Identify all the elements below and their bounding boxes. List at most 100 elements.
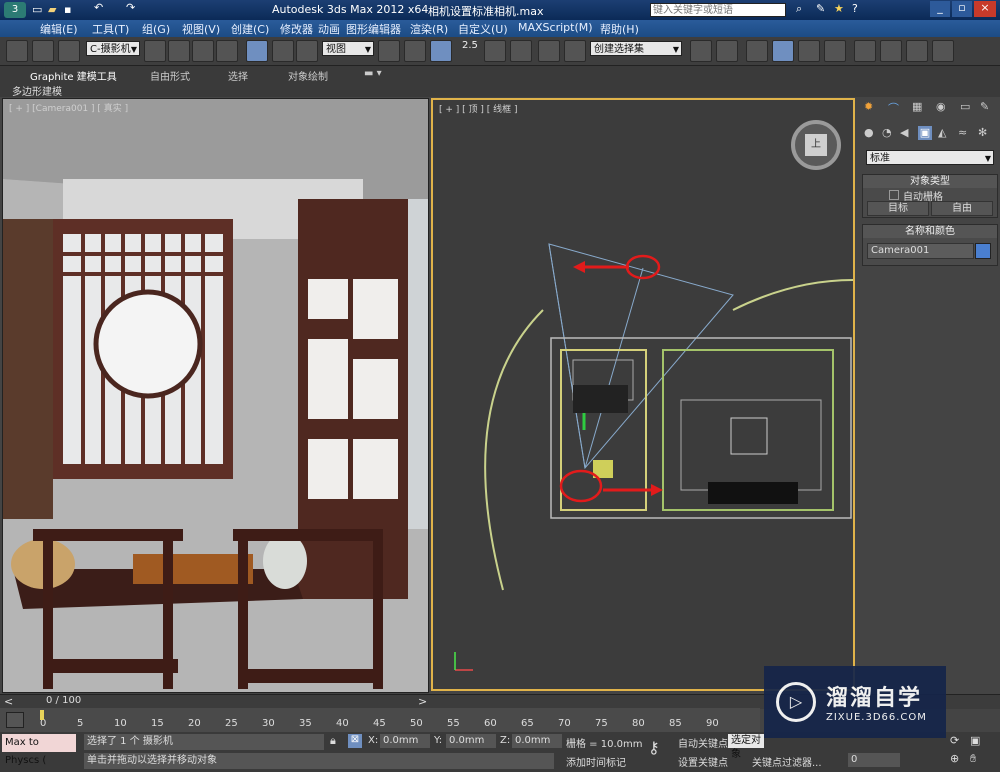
selection-filter-dropdown[interactable]: C-摄影机 ▼ [86,41,140,56]
track-bar[interactable]: 0 5 10 15 20 25 30 35 40 45 50 55 60 65 … [0,708,760,732]
bind-space-warp-icon[interactable] [58,40,80,62]
ribbon-polygon-modeling[interactable]: 多边形建模 [12,83,62,98]
motion-tab-icon[interactable]: ◉ [936,100,946,113]
save-icon[interactable]: ▪ [64,3,71,16]
time-slider-next[interactable]: > [418,695,427,708]
x-coordinate-field[interactable]: 0.0mm [380,734,430,748]
space-warps-icon[interactable]: ≈ [958,126,967,139]
auto-grid-checkbox[interactable] [889,190,899,200]
display-tab-icon[interactable]: ▭ [960,100,970,113]
app-logo-icon[interactable]: 3 [4,2,26,18]
top-viewport-label[interactable]: [ + ] [ 顶 ] [ 线框 ] [439,102,518,115]
key-filters-button[interactable]: 关键点过滤器... [752,754,822,769]
systems-icon[interactable]: ✻ [978,126,987,139]
pivot-icon[interactable] [378,40,400,62]
menu-modifiers[interactable]: 修改器 [280,21,313,37]
tab-object-paint[interactable]: 对象绘制 [288,68,328,83]
zoom-icon[interactable]: ⊕ [950,752,959,765]
schematic-view-icon[interactable] [824,40,846,62]
camera-viewport[interactable]: [ + ] [Camera001 ] [ 真实 ] [2,98,429,693]
utilities-tab-icon[interactable]: ✎ [980,100,989,113]
create-tab-icon[interactable]: ✹ [864,100,873,113]
orbit-icon[interactable]: ⟳ [950,734,959,747]
rotate-icon[interactable] [272,40,294,62]
hierarchy-tab-icon[interactable]: ▦ [912,100,922,113]
named-selection-dropdown[interactable]: 创建选择集 ▼ [590,41,682,56]
link-icon[interactable] [6,40,28,62]
object-type-title[interactable]: 对象类型 [863,175,997,188]
current-frame-field[interactable]: 0 [848,753,900,767]
viewcube-face-top[interactable]: 上 [805,134,827,156]
time-slider-prev[interactable]: < [4,695,13,708]
menu-rendering[interactable]: 渲染(R) [410,21,448,37]
name-color-title[interactable]: 名称和颜色 [863,225,997,238]
cameras-icon[interactable]: ▣ [918,126,932,140]
search-input[interactable] [650,3,786,17]
layer-manager-icon[interactable] [746,40,768,62]
viewcube[interactable]: 上 [791,120,841,170]
angle-snap-icon[interactable] [484,40,506,62]
select-manipulate-icon[interactable] [404,40,426,62]
z-coordinate-field[interactable]: 0.0mm [512,734,562,748]
modify-tab-icon[interactable]: ⌒ [888,100,899,116]
menu-tools[interactable]: 工具(T) [92,21,129,37]
menu-edit[interactable]: 编辑(E) [40,21,78,37]
free-camera-button[interactable]: 自由 [931,201,993,216]
keyboard-shortcut-icon[interactable] [430,40,452,62]
curve-editor-icon[interactable] [798,40,820,62]
menu-views[interactable]: 视图(V) [182,21,220,37]
helpers-icon[interactable]: ◭ [938,126,946,139]
y-coordinate-field[interactable]: 0.0mm [446,734,496,748]
render-frame-icon[interactable] [906,40,928,62]
tab-graphite-modeling[interactable]: Graphite 建模工具 [30,68,117,83]
scale-icon[interactable] [296,40,318,62]
ribbon-options-icon[interactable]: ▬ ▾ [364,68,382,79]
key-mode-dropdown[interactable]: 选定对象 [728,734,764,760]
undo-icon[interactable]: ↶ [94,1,103,14]
set-key-button[interactable]: 设置关键点 [678,754,728,769]
geometry-icon[interactable]: ● [864,126,874,139]
menu-animation[interactable]: 动画 [318,21,340,37]
minimize-button[interactable]: _ [930,1,950,17]
top-viewport[interactable]: 上 [ + ] [ 顶 ] [ 线框 ] [431,98,855,691]
percent-snap-icon[interactable] [510,40,532,62]
graphite-toggle-icon[interactable] [772,40,794,62]
move-icon[interactable] [246,40,268,62]
select-by-name-icon[interactable] [168,40,190,62]
absolute-mode-icon[interactable]: ⊠ [348,734,362,748]
menu-help[interactable]: 帮助(H) [600,21,639,37]
object-name-field[interactable]: Camera001 [867,243,974,259]
binoculars-icon[interactable]: ⌕ [796,2,802,16]
menu-graph-editors[interactable]: 图形编辑器 [346,21,401,37]
star-icon[interactable]: ★ [834,2,844,15]
new-file-icon[interactable]: ▭ [32,3,42,16]
shapes-icon[interactable]: ◔ [882,126,892,139]
open-file-icon[interactable]: ▰ [48,3,56,16]
reference-coord-dropdown[interactable]: 视图 ▼ [322,41,374,56]
menu-customize[interactable]: 自定义(U) [458,21,508,37]
target-camera-button[interactable]: 目标 [867,201,929,216]
add-time-tag[interactable]: 添加时间标记 [566,754,626,769]
pan-icon[interactable]: ✋︎ [970,752,976,766]
tab-selection[interactable]: 选择 [228,68,248,83]
edit-named-selection-icon[interactable] [564,40,586,62]
material-editor-icon[interactable] [854,40,876,62]
window-crossing-icon[interactable] [216,40,238,62]
menu-group[interactable]: 组(G) [142,21,170,37]
lock-selection-icon[interactable]: 🔒︎ [330,734,336,748]
restore-button[interactable]: ▫ [952,1,972,17]
spinner-snap-icon[interactable] [538,40,560,62]
key-icon[interactable]: ⚷ [648,738,660,757]
category-dropdown[interactable]: 标准 ▼ [866,150,994,165]
close-button[interactable]: × [974,1,996,17]
render-setup-icon[interactable] [880,40,902,62]
maximize-viewport-icon[interactable]: ▣ [970,734,980,747]
unlink-icon[interactable] [32,40,54,62]
auto-key-button[interactable]: 自动关键点 [678,735,728,750]
redo-icon[interactable]: ↷ [126,1,135,14]
maxscript-listener[interactable]: Max to Physcs ( [2,734,76,766]
tools-icon[interactable]: ✎ [816,2,825,15]
time-marker[interactable] [40,710,44,720]
object-color-swatch[interactable] [975,243,991,259]
lights-icon[interactable]: ◀ [900,126,908,139]
